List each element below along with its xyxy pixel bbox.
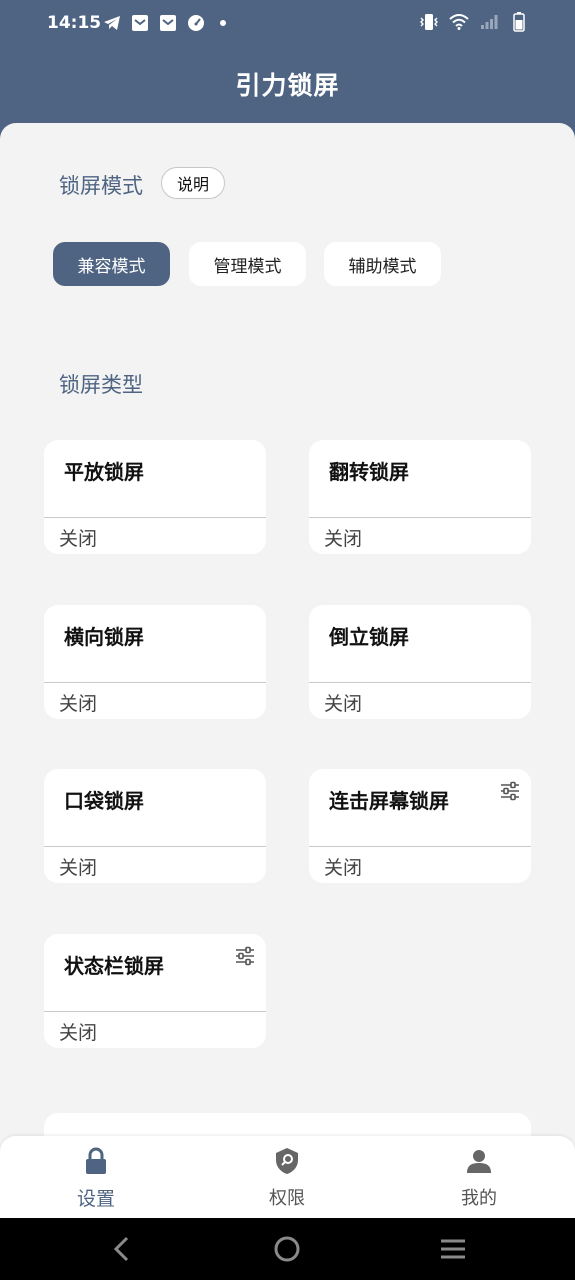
wifi-icon [449,12,469,32]
lock-type-title: 锁屏类型 [59,373,143,397]
card-title: 翻转锁屏 [329,460,409,484]
lock-mode-title: 锁屏模式 [59,174,143,198]
card-title: 状态栏锁屏 [64,954,164,978]
mode-accessibility-button[interactable]: 辅助模式 [324,242,441,286]
signal-icon [479,12,499,32]
back-icon[interactable] [107,1234,137,1264]
nav-permissions[interactable]: 权限 [227,1136,347,1218]
card-title: 口袋锁屏 [64,789,144,813]
card-status: 关闭 [59,857,98,879]
battery-icon [509,12,529,32]
mode-compatible-button[interactable]: 兼容模式 [53,242,170,286]
lock-card-status-bar[interactable]: 状态栏锁屏 关闭 [44,934,266,1048]
lock-card-flip[interactable]: 翻转锁屏 关闭 [309,440,531,554]
card-divider [44,517,266,518]
nav-label: 设置 [76,1188,115,1210]
person-icon [465,1146,493,1176]
mail-icon [130,13,150,33]
card-divider [44,1011,266,1012]
bottom-navigation: 设置 权限 我的 [0,1136,575,1218]
status-notification-icons [102,13,226,33]
nav-label: 权限 [269,1188,305,1209]
card-status: 关闭 [324,857,363,879]
lock-card-upside-down[interactable]: 倒立锁屏 关闭 [309,605,531,719]
nav-profile[interactable]: 我的 [419,1136,539,1218]
card-divider [309,517,531,518]
nav-settings[interactable]: 设置 [36,1136,156,1218]
recents-icon[interactable] [438,1234,468,1264]
card-title: 连击屏幕锁屏 [329,789,449,813]
tune-settings-icon[interactable] [234,945,256,967]
lock-card-pocket[interactable]: 口袋锁屏 关闭 [44,769,266,883]
card-status: 关闭 [324,528,363,550]
status-time: 14:15 [47,13,102,33]
help-button[interactable]: 说明 [161,167,225,199]
card-divider [309,682,531,683]
telegram-icon [102,13,122,33]
speedometer-icon [186,13,206,33]
card-divider [309,846,531,847]
app-title: 引力锁屏 [235,71,340,100]
card-status: 关闭 [59,528,98,550]
shield-search-icon [273,1146,301,1176]
vibrate-icon [419,12,439,32]
lock-card-landscape[interactable]: 横向锁屏 关闭 [44,605,266,719]
lock-card-flat[interactable]: 平放锁屏 关闭 [44,440,266,554]
tune-settings-icon[interactable] [499,780,521,802]
card-status: 关闭 [59,693,98,715]
card-divider [44,846,266,847]
card-title: 平放锁屏 [64,460,144,484]
notification-dot-icon [220,20,226,26]
status-system-icons [419,12,529,32]
card-title: 横向锁屏 [64,625,144,649]
system-navigation-bar [0,1218,575,1280]
card-divider [44,682,266,683]
card-title: 倒立锁屏 [329,625,409,649]
status-bar: 14:15 [0,0,575,48]
home-icon[interactable] [272,1234,302,1264]
card-status: 关闭 [324,693,363,715]
mode-admin-button[interactable]: 管理模式 [189,242,306,286]
nav-label: 我的 [461,1188,497,1209]
card-status: 关闭 [59,1022,98,1044]
lock-icon [82,1146,110,1176]
mail-icon [158,13,178,33]
lock-card-multi-tap[interactable]: 连击屏幕锁屏 关闭 [309,769,531,883]
